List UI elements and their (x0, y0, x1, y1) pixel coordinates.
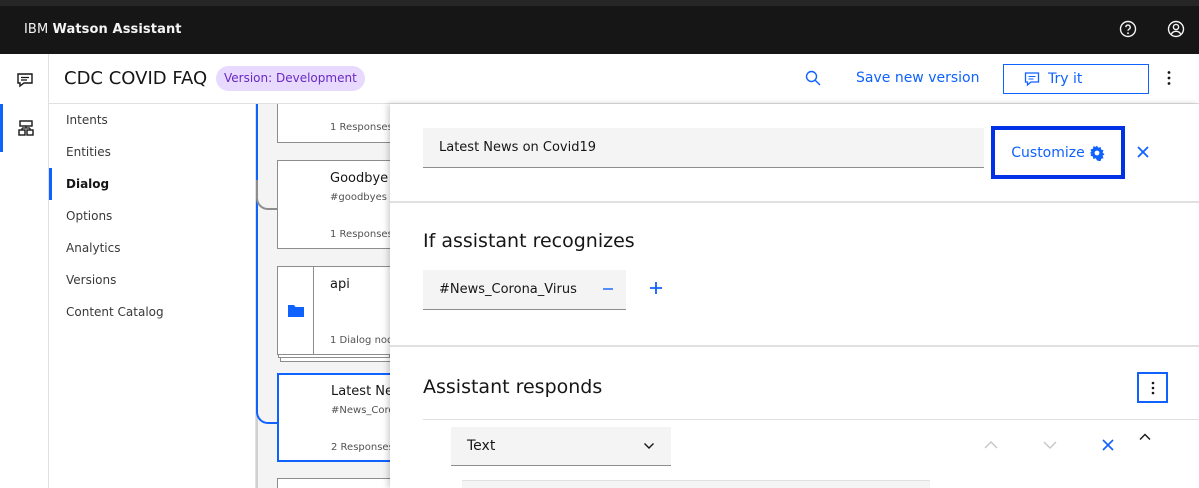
chat-bubble-icon (1024, 72, 1040, 87)
section-divider (390, 345, 1199, 347)
response-options-button[interactable] (1137, 372, 1168, 403)
response-type-select[interactable]: Text (451, 427, 671, 466)
dialog-node-latest-news[interactable]: Latest Ne #News_Coro 2 Responses (277, 373, 390, 462)
node-name-input[interactable]: Latest News on Covid19 (423, 128, 984, 168)
chat-icon (16, 73, 33, 88)
node-responses: 1 Responses (330, 229, 390, 240)
nav-options[interactable]: Options (49, 200, 256, 232)
user-avatar-icon[interactable] (1167, 20, 1185, 38)
dialog-node[interactable] (277, 478, 390, 488)
customize-label: Customize (1011, 144, 1085, 161)
top-bar: IBM Watson Assistant (0, 0, 1199, 54)
skill-sidenav: Intents Entities Dialog Options Analytic… (49, 104, 256, 488)
close-icon[interactable] (1136, 144, 1150, 163)
tree-connector-selected (256, 394, 278, 424)
try-it-button[interactable]: Try it (1003, 64, 1149, 94)
node-condition: #goodbyes & (330, 192, 390, 203)
try-it-label: Try it (1048, 71, 1083, 87)
overflow-menu-icon[interactable] (1161, 69, 1177, 91)
recognizes-title: If assistant recognizes (423, 230, 635, 252)
node-title: api (330, 277, 350, 292)
rail-skills[interactable] (0, 104, 49, 152)
node-responses: 1 Responses (330, 122, 390, 133)
search-icon[interactable] (805, 70, 821, 90)
chevron-down-icon (644, 443, 654, 449)
dialog-node-goodbye[interactable]: Goodbye #goodbyes & 1 Responses (277, 160, 390, 249)
collapse-icon[interactable] (1138, 429, 1152, 448)
tree-connector (256, 180, 278, 210)
node-condition: #News_Coro (331, 405, 390, 416)
left-rail (0, 54, 49, 488)
nav-entities[interactable]: Entities (49, 136, 256, 168)
node-responses: 1 Dialog nod (330, 335, 390, 346)
add-condition-icon[interactable] (649, 280, 663, 299)
responds-title: Assistant responds (423, 376, 603, 398)
skills-icon (18, 120, 34, 136)
dialog-folder-api[interactable]: api 1 Dialog nod (277, 266, 390, 355)
tree-line-selected (256, 104, 258, 404)
move-up-icon[interactable] (983, 437, 999, 457)
nav-content-catalog[interactable]: Content Catalog (49, 296, 256, 328)
nav-versions[interactable]: Versions (49, 264, 256, 296)
customize-button[interactable]: Customize (991, 126, 1125, 179)
page-title: CDC COVID FAQ (64, 68, 208, 89)
remove-condition-icon[interactable] (602, 280, 614, 299)
folder-icon (287, 305, 304, 317)
rail-assistants[interactable] (0, 56, 49, 104)
section-divider (390, 201, 1199, 203)
condition-input[interactable]: #News_Corona_Virus (423, 270, 626, 310)
node-title: Latest Ne (331, 384, 390, 399)
gear-icon (1089, 145, 1105, 161)
skill-header: CDC COVID FAQ Version: Development Save … (49, 54, 1199, 104)
node-responses: 2 Responses (331, 442, 390, 453)
brand[interactable]: IBM Watson Assistant (24, 22, 182, 37)
dialog-tree-canvas: 1 Responses Goodbye #goodbyes & 1 Respon… (256, 104, 390, 488)
move-down-icon[interactable] (1042, 437, 1058, 457)
brand-prefix: IBM (24, 22, 49, 37)
overflow-menu-icon (1151, 381, 1154, 394)
nav-dialog[interactable]: Dialog (49, 168, 256, 200)
nav-analytics[interactable]: Analytics (49, 232, 256, 264)
help-icon[interactable] (1119, 20, 1137, 38)
folder-column (278, 267, 314, 354)
dialog-node[interactable]: 1 Responses (277, 104, 390, 143)
node-title: Goodbye (330, 171, 389, 186)
version-badge: Version: Development (216, 66, 365, 91)
response-divider (423, 419, 1199, 420)
response-type-value: Text (467, 438, 496, 454)
nav-intents[interactable]: Intents (49, 104, 256, 136)
brand-name: Watson Assistant (52, 22, 182, 37)
node-editor-panel: Latest News on Covid19 Customize If assi… (390, 104, 1199, 488)
save-new-version-button[interactable]: Save new version (856, 70, 979, 86)
delete-response-icon[interactable] (1101, 437, 1115, 456)
response-text-input[interactable] (462, 480, 930, 488)
